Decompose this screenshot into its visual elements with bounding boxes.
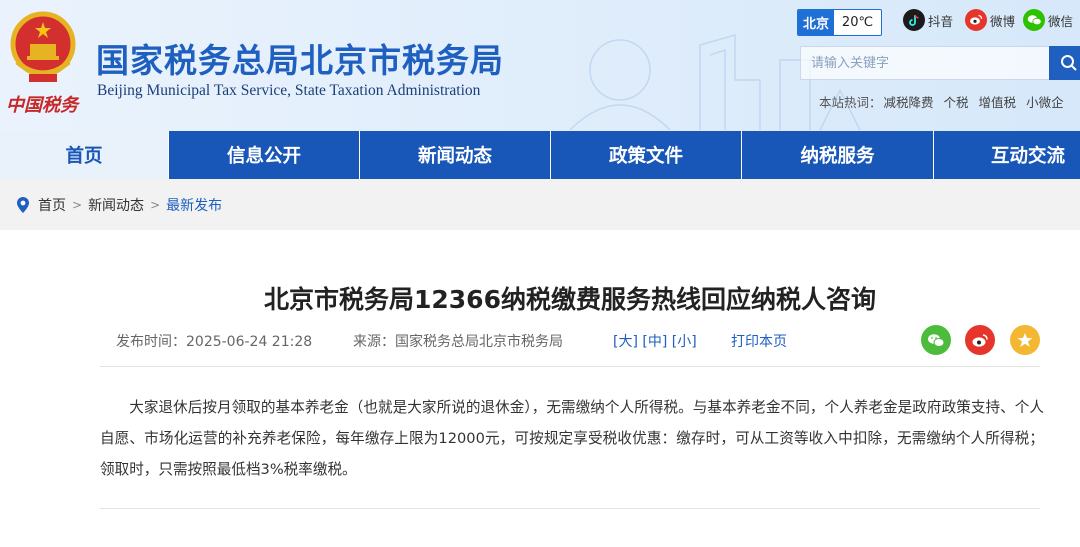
font-size-controls: [大] [中] [小] [613, 331, 697, 351]
wechat-icon [928, 333, 945, 347]
national-emblem-icon [10, 11, 76, 82]
breadcrumb-current[interactable]: 最新发布 [166, 195, 222, 215]
font-size-large-button[interactable]: [大] [613, 334, 638, 350]
weibo-icon [965, 9, 987, 31]
location-pin-icon [16, 196, 30, 214]
douyin-label: 抖音 [928, 13, 954, 29]
share-wechat-button[interactable] [921, 325, 951, 355]
douyin-icon [903, 9, 925, 31]
search-icon [1061, 55, 1077, 71]
article-divider [100, 508, 1040, 509]
douyin-link[interactable]: 抖音 [903, 8, 953, 32]
hot-term-link[interactable]: 增值税 [979, 95, 1017, 110]
weather-widget: 北京 20℃ [797, 9, 882, 36]
site-title: 国家税务总局北京市税务局 [96, 41, 504, 80]
breadcrumb-home[interactable]: 首页 [38, 195, 66, 215]
breadcrumb-separator: > [72, 197, 83, 212]
weibo-icon [972, 333, 988, 347]
hot-term-link[interactable]: 个税 [944, 95, 969, 110]
article-title: 北京市税务局12366纳税缴费服务热线回应纳税人咨询 [264, 285, 876, 314]
page: 中国税务 国家税务总局北京市税务局 Beijing Municipal Tax … [0, 0, 1080, 547]
share-weibo-button[interactable] [965, 325, 995, 355]
nav-item-news[interactable]: 新闻动态 [360, 131, 551, 179]
breadcrumb: 首页 > 新闻动态 > 最新发布 [0, 179, 1080, 230]
hot-term-link[interactable]: 减税降费 [884, 95, 934, 110]
nav-item-tax-service[interactable]: 纳税服务 [742, 131, 934, 179]
weather-temperature: 20℃ [841, 15, 874, 30]
site-header: 中国税务 国家税务总局北京市税务局 Beijing Municipal Tax … [0, 0, 1080, 131]
china-tax-logo-icon: 中国税务 [6, 95, 80, 116]
site-subtitle: Beijing Municipal Tax Service, State Tax… [97, 82, 481, 99]
wechat-label: 微信 [1048, 13, 1074, 29]
wechat-icon [1023, 9, 1045, 31]
publish-date: 发布时间：2025-06-24 21:28 [116, 334, 313, 350]
font-size-medium-button[interactable]: [中] [642, 334, 667, 350]
search-box [800, 46, 1050, 80]
search-input[interactable] [801, 47, 1049, 79]
main-nav: 首页 信息公开 新闻动态 政策文件 纳税服务 互动交流 [0, 131, 1080, 179]
nav-item-policy[interactable]: 政策文件 [551, 131, 742, 179]
print-page-link[interactable]: 打印本页 [731, 331, 787, 351]
weather-city: 北京 [798, 10, 834, 35]
favorite-button[interactable] [1010, 325, 1040, 355]
meta-divider [100, 366, 1040, 367]
china-tax-logo-text: 中国税务 [6, 95, 80, 116]
hot-terms: 本站热词： 减税降费 个税 增值税 小微企 [819, 92, 1074, 111]
weibo-link[interactable]: 微博 [965, 8, 1015, 32]
article-body: 大家退休后按月领取的基本养老金（也就是大家所说的退休金），无需缴纳个人所得税。与… [100, 399, 1044, 478]
font-size-small-button[interactable]: [小] [672, 334, 697, 350]
nav-item-home[interactable]: 首页 [0, 131, 169, 179]
star-icon [1017, 333, 1033, 347]
breadcrumb-separator: > [150, 197, 161, 212]
search-button[interactable] [1049, 46, 1080, 80]
breadcrumb-news[interactable]: 新闻动态 [88, 195, 144, 215]
wechat-link[interactable]: 微信 [1023, 8, 1073, 32]
nav-item-interaction[interactable]: 互动交流 [934, 131, 1080, 179]
hot-terms-label: 本站热词： [819, 95, 882, 110]
article-source: 来源：国家税务总局北京市税务局 [353, 334, 563, 350]
hot-term-link[interactable]: 小微企 [1026, 95, 1064, 110]
weibo-label: 微博 [990, 13, 1016, 29]
nav-item-info-disclosure[interactable]: 信息公开 [169, 131, 360, 179]
